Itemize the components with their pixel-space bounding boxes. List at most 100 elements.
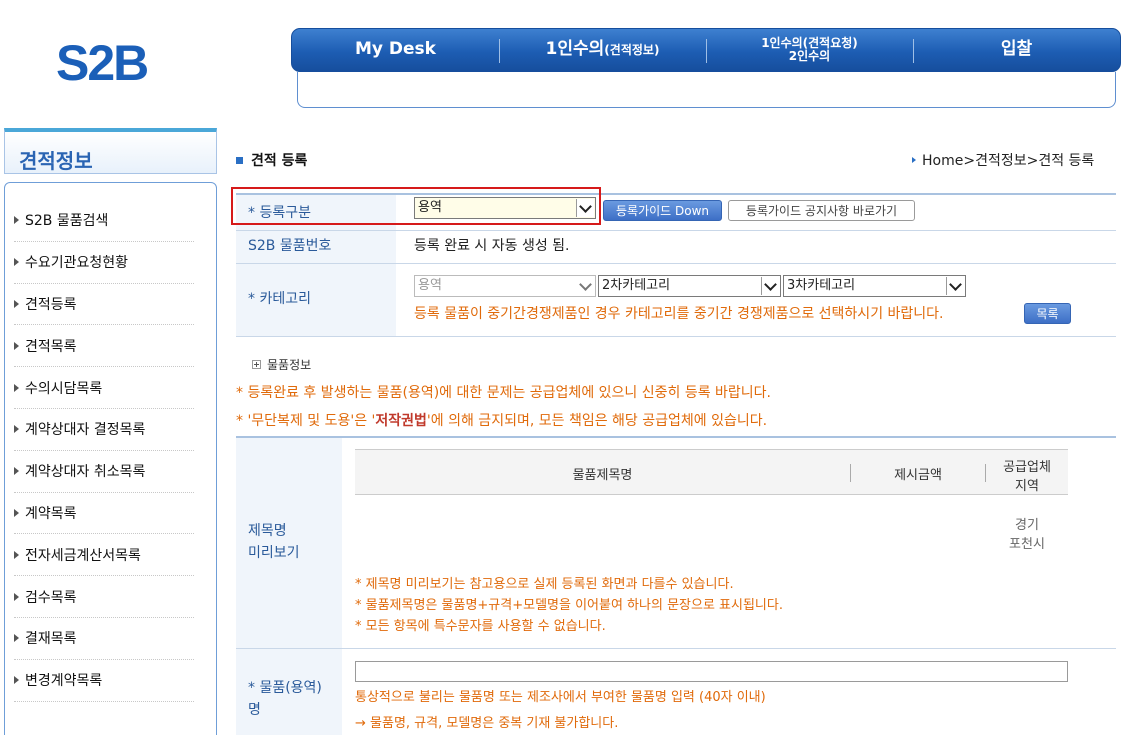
triangle-icon <box>14 341 19 350</box>
preview-col-region: 공급업체 지역 <box>986 456 1068 494</box>
notice-copyright-pre: * '무단복제 및 도용'은 ' <box>236 413 376 429</box>
guide-download-button[interactable]: 등록가이드 Down <box>603 200 722 221</box>
sidebar-item-change-contract[interactable]: 변경계약목록 <box>14 660 194 702</box>
category-list-button[interactable]: 목록 <box>1024 303 1071 324</box>
triangle-icon <box>14 216 19 225</box>
page-title-text: 견적 등록 <box>251 153 308 169</box>
category3-value: 3차카테고리 <box>787 278 856 293</box>
sidebar-item-label: 계약상대자 결정목록 <box>25 422 146 439</box>
nav-quote-request[interactable]: 1인수의(견적요청) 2인수의 <box>706 29 913 71</box>
sidebar-item-label: 수요기관요청현황 <box>25 255 129 272</box>
triangle-icon <box>14 508 19 517</box>
triangle-icon <box>14 299 19 308</box>
plus-box-icon <box>252 360 261 369</box>
sidebar-item-label: 전자세금계산서목록 <box>25 547 141 564</box>
sidebar-item-label: 수의시담목록 <box>25 380 103 397</box>
preview-note-1: * 제목명 미리보기는 참고용으로 실제 등록된 화면과 다를수 있습니다. <box>355 577 734 592</box>
breadcrumb-text[interactable]: Home>견적정보>견적 등록 <box>922 150 1094 170</box>
row-divider <box>236 336 1116 337</box>
arrow-right-icon <box>912 157 916 163</box>
sidebar-item-label: 결재목록 <box>25 631 77 648</box>
chevron-down-icon <box>761 277 779 295</box>
sidebar-item-quote-list[interactable]: 견적목록 <box>14 325 194 368</box>
preview-note-2: * 물품제목명은 물품명+규격+모델명을 이어붙여 하나의 문장으로 표시됩니다… <box>355 598 783 613</box>
preview-col-region-2: 지역 <box>1015 479 1039 494</box>
sidebar-item-label: 계약목록 <box>25 505 77 522</box>
preview-region-2: 포천시 <box>1009 537 1045 552</box>
triangle-icon <box>14 383 19 392</box>
item-name-label-1: * 물품(용역) <box>248 680 322 696</box>
notice-responsibility: * 등록완료 후 발생하는 물품(용역)에 대한 문제는 공급업체에 있으니 신… <box>236 385 772 401</box>
sidebar-item-contractor-decision[interactable]: 계약상대자 결정목록 <box>14 409 194 451</box>
category2-value: 2차카테고리 <box>602 278 671 293</box>
category2-select[interactable]: 2차카테고리 <box>598 275 781 297</box>
sidebar-item-label: 검수목록 <box>25 589 77 606</box>
sidebar-title-text: 견적정보 <box>19 149 93 173</box>
item-no-label: S2B 물품번호 <box>248 238 332 254</box>
item-no-value: 등록 완료 시 자동 생성 됨. <box>414 238 570 254</box>
item-name-input[interactable] <box>355 661 1068 682</box>
row-divider <box>236 648 1116 649</box>
nav-single-quote-label: 1인수의 <box>545 39 605 60</box>
category1-value: 용역 <box>418 278 442 293</box>
category3-select[interactable]: 3차카테고리 <box>783 275 966 297</box>
top-navigation: My Desk 1인수의 (견적정보) 1인수의(견적요청) 2인수의 입찰 <box>291 28 1121 72</box>
sidebar-item-label: 계약상대자 취소목록 <box>25 464 146 481</box>
preview-col-price: 제시금액 <box>894 468 942 483</box>
triangle-icon <box>14 634 19 643</box>
nav-single-quote-info[interactable]: 1인수의 (견적정보) <box>499 29 706 71</box>
item-name-label-2: 명 <box>248 702 261 718</box>
nav-single-quote-sub: (견적정보) <box>604 42 660 57</box>
nav-two-person-label: 2인수의 <box>788 49 831 63</box>
item-info-text: 물품정보 <box>267 358 312 372</box>
triangle-icon <box>14 592 19 601</box>
triangle-icon <box>14 676 19 685</box>
sidebar-title: 견적정보 <box>4 128 217 174</box>
breadcrumb: Home>견적정보>견적 등록 <box>912 150 1094 170</box>
sidebar-item-negotiation-list[interactable]: 수의시담목록 <box>14 367 194 409</box>
triangle-icon <box>14 467 19 476</box>
nav-bidding[interactable]: 입찰 <box>913 29 1120 71</box>
sidebar-item-demand-status[interactable]: 수요기관요청현황 <box>14 242 194 284</box>
page-title: 견적 등록 <box>236 150 307 170</box>
sidebar-item-contractor-cancel[interactable]: 계약상대자 취소목록 <box>14 451 194 493</box>
category1-select[interactable]: 용역 <box>414 275 596 297</box>
sidebar-item-quote-register[interactable]: 견적등록 <box>14 284 194 326</box>
sidebar-item-inspection[interactable]: 검수목록 <box>14 576 194 618</box>
chevron-down-icon <box>946 277 964 295</box>
notice-copyright-post: '에 의해 금지되며, 모든 책임은 해당 공급업체에 있습니다. <box>426 413 768 429</box>
preview-region-1: 경기 <box>1015 518 1039 533</box>
preview-table-header: 물품제목명 제시금액 공급업체 지역 <box>355 449 1068 495</box>
sidebar-item-tax-invoice[interactable]: 전자세금계산서목록 <box>14 534 194 577</box>
highlight-box <box>231 187 601 225</box>
triangle-icon <box>14 258 19 267</box>
nav-my-desk[interactable]: My Desk <box>292 29 499 71</box>
nav-my-desk-label: My Desk <box>355 39 436 60</box>
sidebar-menu: S2B 물품검색 수요기관요청현황 견적등록 견적목록 수의시담목록 계약상대자… <box>14 200 194 702</box>
category-note: 등록 물품이 중기간경쟁제품인 경우 카테고리를 중기간 경쟁제품으로 선택하시… <box>414 306 944 322</box>
item-info-header: 물품정보 <box>252 356 311 373</box>
item-name-note: 통상적으로 불리는 물품명 또는 제조사에서 부여한 물품명 입력 (40자 이… <box>355 690 766 705</box>
square-bullet-icon <box>236 156 243 164</box>
triangle-icon <box>14 425 19 434</box>
section-divider <box>236 436 1116 438</box>
preview-region: 경기 포천시 <box>986 514 1068 552</box>
preview-note-3: * 모든 항목에 특수문자를 사용할 수 없습니다. <box>355 619 606 634</box>
sidebar-item-s2b-search[interactable]: S2B 물품검색 <box>14 200 194 242</box>
sidebar-item-approval[interactable]: 결재목록 <box>14 618 194 660</box>
triangle-icon <box>14 550 19 559</box>
guide-notice-button[interactable]: 등록가이드 공지사항 바로가기 <box>728 200 915 221</box>
nav-bidding-label: 입찰 <box>1000 39 1033 60</box>
sub-navigation <box>297 72 1116 108</box>
preview-label-2: 미리보기 <box>248 545 300 561</box>
preview-label-1: 제목명 <box>248 523 287 539</box>
preview-col-name: 물품제목명 <box>572 468 633 483</box>
sidebar-item-contract-list[interactable]: 계약목록 <box>14 493 194 535</box>
sidebar-item-label: 견적등록 <box>25 296 77 313</box>
category-label: * 카테고리 <box>248 291 311 307</box>
item-name-note-2: → 물품명, 규격, 모델명은 중복 기재 불가합니다. <box>355 716 619 731</box>
sidebar-item-label: S2B 물품검색 <box>25 213 109 230</box>
s2b-logo[interactable]: S2B <box>56 34 149 92</box>
preview-col-region-1: 공급업체 <box>1003 460 1051 475</box>
sidebar-item-label: 견적목록 <box>25 338 77 355</box>
